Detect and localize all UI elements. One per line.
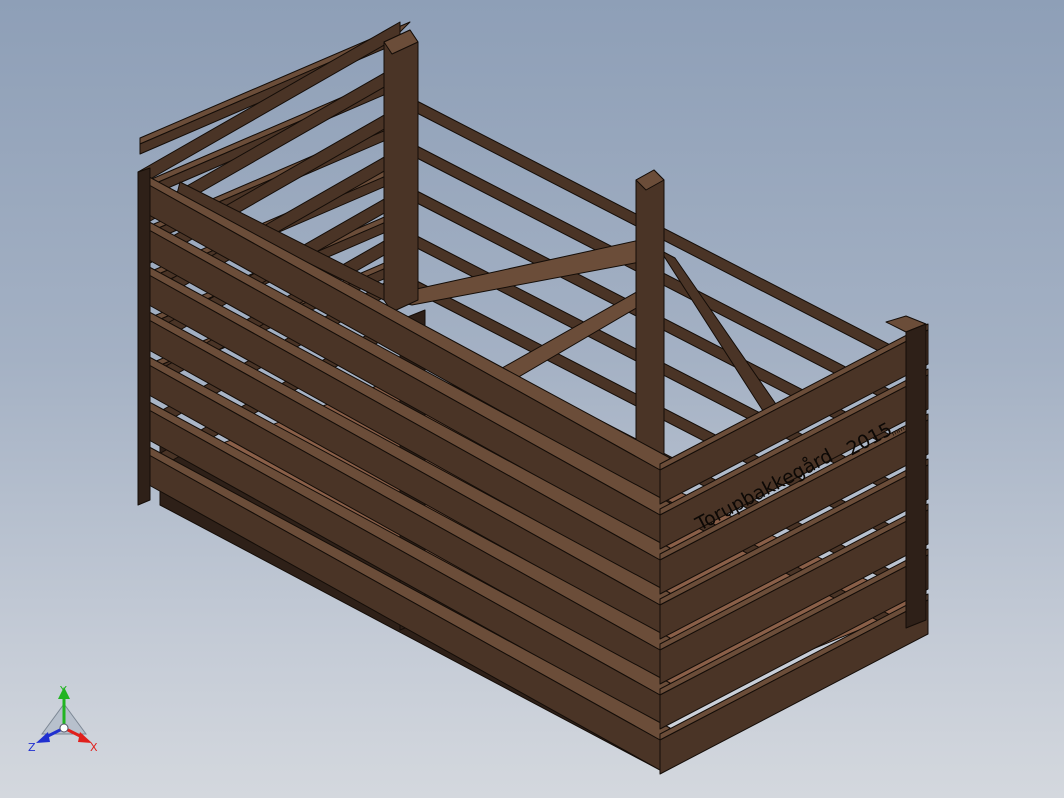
- post-center: [635, 169, 665, 466]
- corner-post-right: [905, 323, 927, 629]
- triad-y-label: Y: [59, 684, 67, 697]
- 3d-viewport[interactable]: Torupbakkegård 2015 mm Y X Z: [0, 0, 1064, 798]
- orientation-triad: Y X Z: [28, 684, 98, 754]
- crate-model[interactable]: Torupbakkegård 2015 mm: [0, 0, 1064, 798]
- triad-origin: [59, 723, 69, 733]
- triad-x-label: X: [90, 741, 98, 754]
- corner-post-left: [137, 167, 151, 506]
- post-back: [383, 29, 419, 313]
- triad-z-label: Z: [28, 741, 36, 754]
